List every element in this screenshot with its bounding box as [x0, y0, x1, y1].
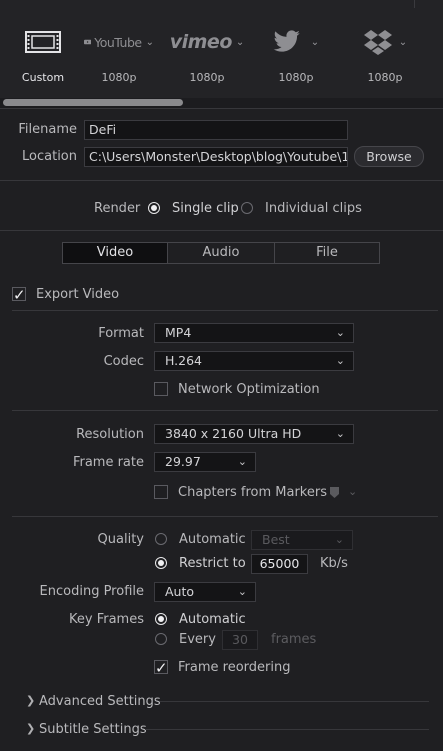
- individual-clips-radio[interactable]: [241, 202, 253, 214]
- checkmark-icon: ✓: [155, 659, 168, 677]
- chevron-down-icon[interactable]: ⌄: [348, 485, 357, 498]
- resolution-value: 3840 x 2160 Ultra HD: [165, 426, 302, 441]
- codec-dropdown[interactable]: H.264 ⌄: [154, 351, 354, 371]
- tab-file[interactable]: File: [274, 242, 380, 264]
- key-frames-every-radio[interactable]: [155, 633, 167, 645]
- preset-custom[interactable]: Custom: [8, 26, 78, 84]
- resolution-dropdown[interactable]: 3840 x 2160 Ultra HD ⌄: [154, 424, 354, 444]
- chevron-down-icon: ⌄: [145, 36, 154, 48]
- preset-label: 1080p: [367, 71, 403, 84]
- individual-clips-label: Individual clips: [265, 201, 362, 216]
- location-label: Location: [22, 149, 77, 164]
- preset-label: 1080p: [101, 71, 137, 84]
- tab-audio[interactable]: Audio: [167, 242, 275, 264]
- dropbox-icon: ⌄: [350, 26, 420, 58]
- frame-reordering-checkbox[interactable]: ✓: [154, 659, 168, 677]
- encoding-profile-value: Auto: [165, 584, 195, 599]
- subtitle-settings-toggle[interactable]: Subtitle Settings: [39, 722, 147, 737]
- scrollbar-thumb[interactable]: [3, 99, 183, 106]
- preset-label: 1080p: [278, 71, 314, 84]
- chevron-down-icon: ⌄: [335, 326, 345, 339]
- youtube-icon: YouTube ⌄: [84, 26, 154, 58]
- chapters-label: Chapters from Markers: [178, 485, 327, 500]
- chevron-down-icon: ⌄: [398, 36, 408, 48]
- chevron-down-icon: ⌄: [310, 36, 320, 48]
- export-video-label: Export Video: [36, 287, 120, 302]
- key-frames-every-label: Every: [179, 632, 216, 647]
- twitter-icon: ⌄: [261, 26, 331, 58]
- preset-label: Custom: [21, 71, 65, 84]
- frame-reordering-label: Frame reordering: [178, 660, 291, 675]
- export-video-checkbox[interactable]: ✓: [12, 286, 26, 304]
- filename-field[interactable]: DeFi: [84, 120, 348, 140]
- single-clip-radio[interactable]: [148, 202, 160, 214]
- single-clip-label: Single clip: [172, 201, 239, 216]
- preset-vimeo[interactable]: vimeo ⌄ 1080p: [169, 26, 245, 84]
- frames-unit: frames: [271, 632, 317, 647]
- tab-video[interactable]: Video: [62, 242, 168, 264]
- divider: [12, 516, 438, 517]
- key-frames-automatic-label: Automatic: [179, 612, 246, 627]
- divider: [0, 180, 443, 181]
- format-value: MP4: [165, 325, 192, 340]
- encoding-profile-label: Encoding Profile: [39, 584, 144, 599]
- quality-label: Quality: [97, 532, 144, 547]
- vimeo-wordmark: vimeo: [169, 31, 233, 53]
- quality-automatic-radio[interactable]: [155, 533, 167, 545]
- preset-twitter[interactable]: ⌄ 1080p: [261, 26, 331, 84]
- preset-label: 1080p: [189, 71, 225, 84]
- preset-youtube[interactable]: YouTube ⌄ 1080p: [84, 26, 154, 84]
- quality-automatic-label: Automatic: [179, 532, 246, 547]
- encoding-profile-dropdown[interactable]: Auto ⌄: [154, 582, 256, 602]
- checkmark-icon: ✓: [13, 286, 26, 304]
- location-field[interactable]: C:\Users\Monster\Desktop\blog\Youtube\1: [84, 147, 348, 167]
- chapters-checkbox[interactable]: [154, 485, 168, 499]
- quality-auto-value: Best: [262, 532, 290, 547]
- vimeo-icon: vimeo ⌄: [169, 26, 245, 58]
- resolution-label: Resolution: [76, 427, 144, 442]
- divider: [160, 701, 429, 702]
- network-optimization-label: Network Optimization: [178, 382, 320, 397]
- divider: [0, 230, 443, 231]
- divider: [0, 108, 443, 109]
- browse-button[interactable]: Browse: [354, 146, 424, 167]
- chevron-down-icon: ⌄: [235, 36, 245, 48]
- codec-label: Codec: [103, 354, 144, 369]
- chevron-down-icon: ⌄: [237, 585, 247, 598]
- advanced-settings-toggle[interactable]: Advanced Settings: [39, 694, 161, 709]
- key-frames-every-field[interactable]: 30: [222, 630, 258, 650]
- frame-rate-dropdown[interactable]: 29.97 ⌄: [154, 452, 256, 472]
- frame-rate-label: Frame rate: [72, 455, 144, 470]
- filename-label: Filename: [18, 122, 77, 137]
- marker-icon[interactable]: [330, 487, 339, 498]
- bitrate-field[interactable]: 65000: [251, 554, 308, 574]
- chevron-down-icon: ⌄: [335, 427, 345, 440]
- restrict-to-label: Restrict to: [179, 556, 246, 571]
- restrict-to-radio[interactable]: [155, 557, 167, 569]
- render-label: Render: [94, 201, 141, 216]
- film-strip-icon: [8, 26, 78, 58]
- divider: [414, 0, 415, 8]
- chevron-down-icon: ⌄: [237, 455, 247, 468]
- codec-value: H.264: [165, 353, 203, 368]
- frame-rate-value: 29.97: [165, 454, 201, 469]
- youtube-wordmark: YouTube: [94, 34, 142, 50]
- chevron-right-icon[interactable]: ❯: [26, 694, 35, 707]
- format-label: Format: [98, 326, 144, 341]
- divider: [12, 310, 438, 311]
- divider: [145, 729, 429, 730]
- chevron-down-icon: ⌄: [334, 533, 344, 546]
- bitrate-unit: Kb/s: [320, 556, 348, 571]
- divider: [12, 410, 438, 411]
- preset-dropbox[interactable]: ⌄ 1080p: [350, 26, 420, 84]
- chevron-down-icon: ⌄: [335, 354, 345, 367]
- key-frames-automatic-radio[interactable]: [155, 613, 167, 625]
- key-frames-label: Key Frames: [69, 612, 144, 627]
- format-dropdown[interactable]: MP4 ⌄: [154, 323, 354, 343]
- quality-auto-dropdown[interactable]: Best ⌄: [251, 530, 353, 550]
- network-optimization-checkbox[interactable]: [154, 382, 168, 396]
- chevron-right-icon[interactable]: ❯: [26, 722, 35, 735]
